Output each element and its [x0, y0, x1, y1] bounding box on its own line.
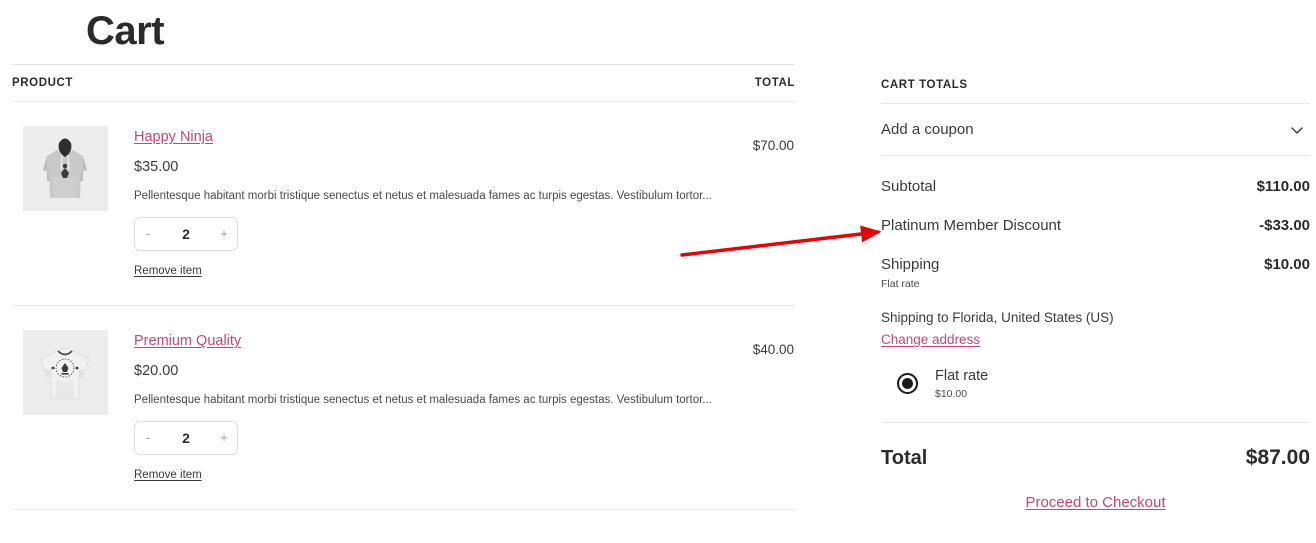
shipping-label: Shipping: [881, 256, 940, 273]
quantity-value[interactable]: 2: [161, 430, 211, 446]
quantity-value[interactable]: 2: [161, 226, 211, 242]
order-total-row: Total $87.00: [881, 423, 1310, 470]
discount-row: Platinum Member Discount -$33.00: [881, 195, 1310, 234]
table-row: Happy Ninja $35.00 Pellentesque habitant…: [12, 101, 795, 306]
change-address-link[interactable]: Change address: [881, 332, 980, 347]
shipping-method-price: $10.00: [935, 388, 968, 401]
proceed-to-checkout-button[interactable]: Proceed to Checkout: [1025, 494, 1165, 511]
product-link[interactable]: Happy Ninja: [134, 128, 213, 147]
checkout-area: Proceed to Checkout: [881, 470, 1310, 512]
cart-page: Cart PRODUCT TOTAL Happy Ninja $35.00 Pe…: [0, 0, 1316, 543]
product-cell: Premium Quality $20.00 Pellentesque habi…: [12, 305, 712, 510]
column-header-product: PRODUCT: [12, 64, 672, 102]
discount-value: -$33.00: [1259, 217, 1310, 234]
page-title: Cart: [86, 9, 165, 53]
cart-items-section: Cart PRODUCT TOTAL Happy Ninja $35.00 Pe…: [12, 0, 795, 510]
product-description: Pellentesque habitant morbi tristique se…: [134, 393, 712, 406]
subtotal-row: Subtotal $110.00: [881, 156, 1310, 195]
order-total-label: Total: [881, 447, 928, 470]
quantity-increase-button[interactable]: +: [211, 422, 237, 454]
order-total-value: $87.00: [1245, 446, 1310, 470]
product-thumbnail-tshirt[interactable]: [23, 329, 108, 415]
discount-label: Platinum Member Discount: [881, 217, 1062, 234]
shipping-row: Shipping $10.00: [881, 234, 1310, 273]
quantity-stepper[interactable]: - 2 +: [134, 420, 238, 455]
product-link[interactable]: Premium Quality: [134, 332, 241, 351]
product-unit-price: $20.00: [134, 362, 179, 379]
cart-totals-section: CART TOTALS Add a coupon Subtotal $110.0…: [881, 0, 1310, 512]
product-thumbnail-hoodie[interactable]: [23, 126, 108, 211]
shipping-method-text: Flat rate $10.00: [935, 367, 988, 400]
remove-item-link[interactable]: Remove item: [134, 469, 202, 481]
product-unit-price: $35.00: [134, 158, 179, 175]
chevron-down-icon[interactable]: [1289, 122, 1305, 138]
quantity-decrease-button[interactable]: -: [135, 422, 161, 454]
product-description: Pellentesque habitant morbi tristique se…: [134, 189, 712, 202]
radio-button-flat-rate[interactable]: [897, 373, 918, 395]
remove-item-link[interactable]: Remove item: [134, 265, 202, 277]
product-info: Happy Ninja $35.00 Pellentesque habitant…: [134, 126, 712, 279]
table-row: Premium Quality $20.00 Pellentesque habi…: [12, 305, 795, 510]
product-cell: Happy Ninja $35.00 Pellentesque habitant…: [12, 101, 712, 306]
subtotal-label: Subtotal: [881, 178, 937, 195]
cart-table-header: PRODUCT TOTAL: [12, 64, 795, 102]
shipping-method-option[interactable]: Flat rate $10.00: [881, 367, 1310, 400]
shipping-value: $10.00: [1264, 256, 1310, 273]
cart-totals-heading: CART TOTALS: [881, 79, 968, 91]
quantity-decrease-button[interactable]: -: [135, 218, 161, 250]
column-header-total: TOTAL: [672, 64, 795, 102]
add-coupon-row[interactable]: Add a coupon: [881, 104, 1310, 155]
add-coupon-label: Add a coupon: [881, 121, 974, 138]
product-info: Premium Quality $20.00 Pellentesque habi…: [134, 330, 712, 483]
quantity-stepper[interactable]: - 2 +: [134, 216, 238, 251]
table-header-row: PRODUCT TOTAL: [12, 64, 795, 102]
quantity-increase-button[interactable]: +: [211, 218, 237, 250]
subtotal-value: $110.00: [1256, 178, 1310, 195]
cart-table-body: Happy Ninja $35.00 Pellentesque habitant…: [12, 101, 795, 510]
cart-table: PRODUCT TOTAL Happy Ninja $35.00 Pellent…: [12, 64, 795, 510]
shipping-method-note: Flat rate: [881, 278, 920, 290]
shipping-destination: Shipping to Florida, United States (US): [881, 310, 1114, 325]
shipping-method-name: Flat rate: [935, 368, 989, 384]
radio-dot-icon: [902, 378, 913, 390]
